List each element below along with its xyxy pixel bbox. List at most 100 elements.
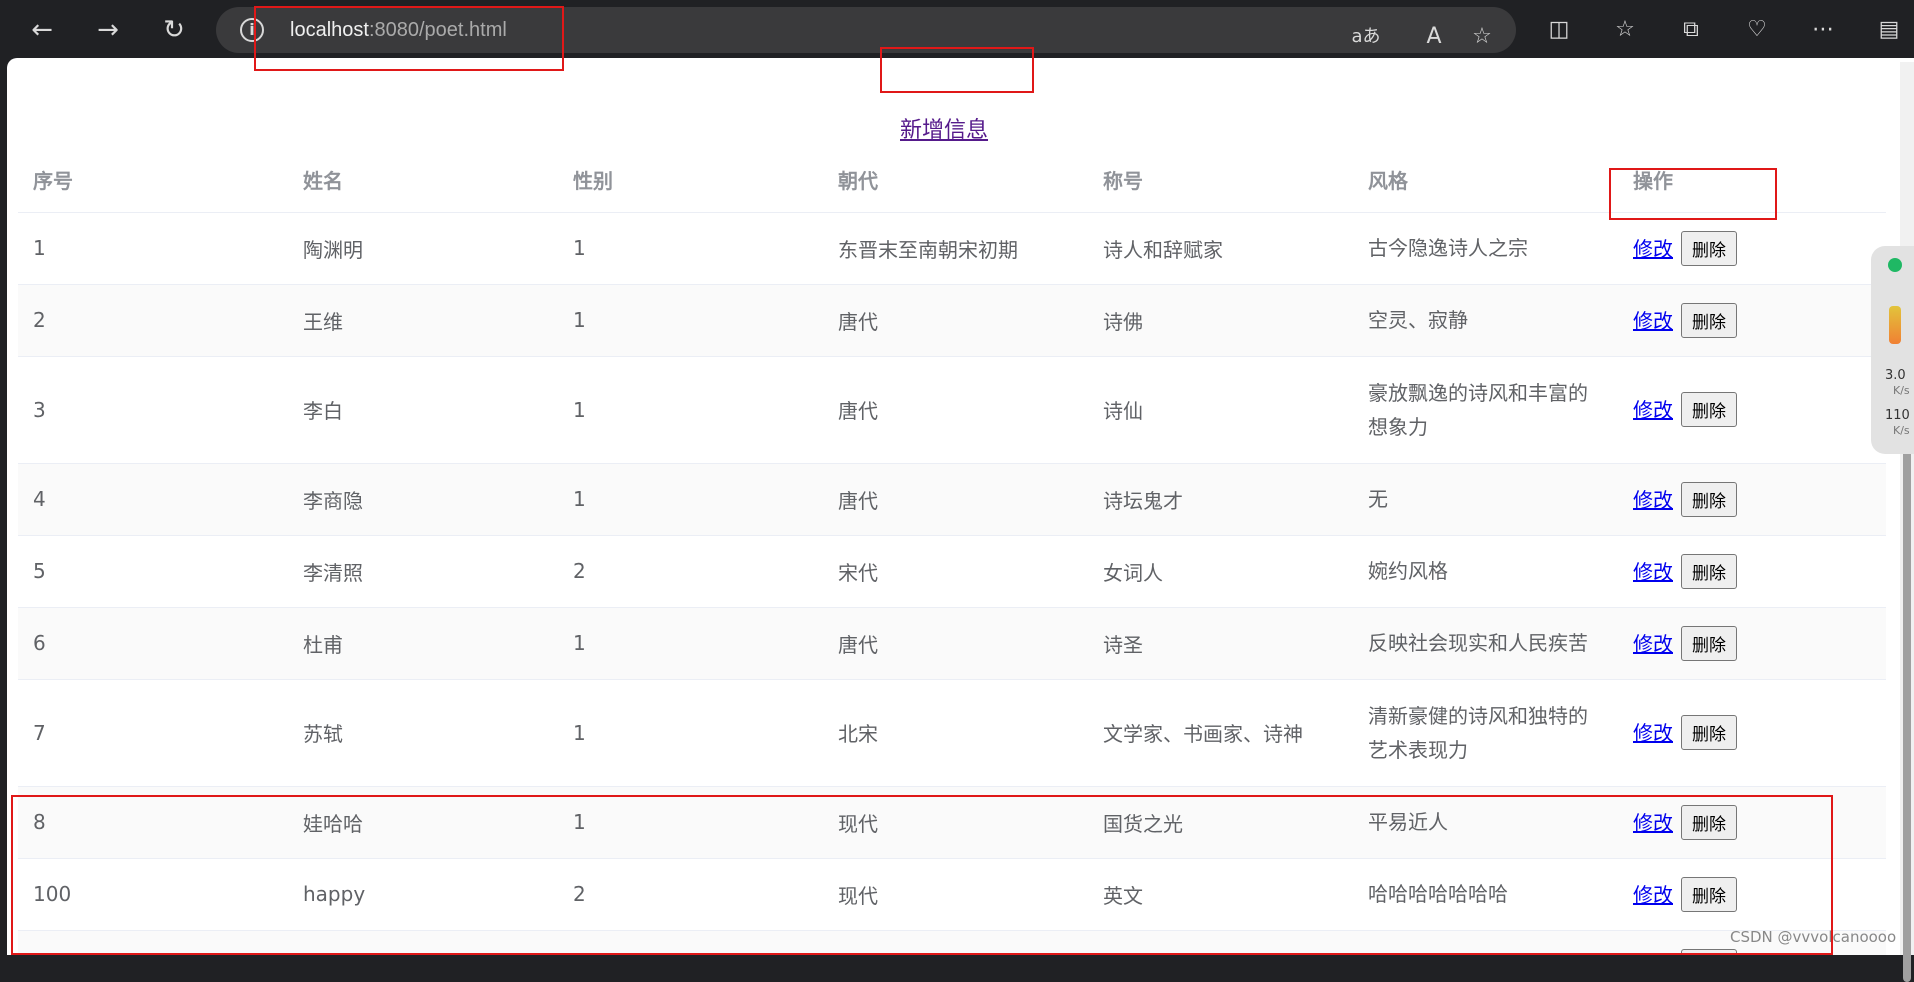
edit-link[interactable]: 修改 (1633, 398, 1673, 422)
cell-gender: 1 (558, 930, 823, 955)
cell-dynasty: 北宋 (823, 679, 1088, 787)
delete-button[interactable]: 删除 (1681, 481, 1737, 517)
cell-id: 1 (18, 212, 288, 285)
cell-id: 111 (18, 930, 288, 955)
cell-id: 4 (18, 463, 288, 536)
cell-gender: 1 (558, 463, 823, 536)
forward-arrow-icon[interactable]: → (88, 10, 128, 50)
sidebar-toggle-icon[interactable]: ▤ (1873, 14, 1905, 46)
table-row: 3 李白 1 唐代 诗仙 豪放飘逸的诗风和丰富的想象力 修改 删除 (18, 356, 1886, 464)
refresh-icon[interactable]: ↻ (154, 10, 194, 50)
cell-actions: 修改删除 (1618, 463, 1886, 536)
delete-button[interactable]: 删除 (1681, 625, 1737, 661)
collections-icon[interactable]: ⧉ (1675, 14, 1707, 46)
cell-dynasty: 东晋末至南朝宋初期 (823, 212, 1088, 285)
cell-title: 茅盾文学奖 (1088, 930, 1353, 955)
favorites-icon[interactable]: ☆ (1609, 14, 1641, 46)
cell-name: 苏轼 (288, 679, 558, 787)
cell-style: 哈哈哈哈哈哈哈 (1353, 858, 1618, 931)
table-row: 2 王维 1 唐代 诗佛 空灵、寂静 修改 删除 (18, 284, 1886, 357)
cell-title: 文学家、书画家、诗神 (1088, 679, 1353, 787)
translate-icon[interactable]: aあ (1350, 21, 1382, 53)
page-scrollbar[interactable] (1900, 62, 1914, 982)
edit-link[interactable]: 修改 (1633, 237, 1673, 261)
url-text[interactable]: localhost:8080/poet.html (290, 19, 507, 42)
cell-actions: 修改删除 (1618, 607, 1886, 680)
edit-link[interactable]: 修改 (1633, 883, 1673, 907)
usage-bar-icon (1889, 306, 1901, 344)
header-title: 称号 (1088, 147, 1353, 213)
cell-gender: 1 (558, 356, 823, 464)
browser-essentials-icon[interactable]: ♡ (1741, 14, 1773, 46)
cell-dynasty: 唐代 (823, 284, 1088, 357)
cell-name: 陶渊明 (288, 212, 558, 285)
delete-button[interactable]: 删除 (1681, 715, 1737, 750)
delete-button[interactable]: 删除 (1681, 876, 1737, 912)
cell-title: 诗坛鬼才 (1088, 463, 1353, 536)
split-screen-icon[interactable]: ◫ (1543, 14, 1575, 46)
edit-link[interactable]: 修改 (1633, 721, 1673, 745)
header-id: 序号 (18, 147, 288, 213)
cell-gender: 2 (558, 535, 823, 608)
cell-dynasty: 唐代 (823, 607, 1088, 680)
edit-link[interactable]: 修改 (1633, 309, 1673, 333)
table-row: 100 happy 2 现代 英文 哈哈哈哈哈哈哈 修改 删除 (18, 858, 1886, 931)
table-row: 7 苏轼 1 北宋 文学家、书画家、诗神 清新豪健的诗风和独特的艺术表现力 修改 删除 (18, 679, 1886, 787)
cell-title: 诗仙 (1088, 356, 1353, 464)
cell-style: 通俗易懂 (1353, 930, 1618, 955)
cell-actions: 修改删除 (1618, 356, 1886, 464)
delete-button[interactable]: 删除 (1681, 230, 1737, 266)
favorite-star-icon[interactable]: ☆ (1466, 21, 1498, 53)
network-speed-widget: 3.0 K/s 110 K/s (1871, 246, 1914, 454)
cell-id: 7 (18, 679, 288, 787)
cell-gender: 1 (558, 212, 823, 285)
cell-actions: 修改删除 (1618, 786, 1886, 859)
add-info-link[interactable]: 新增信息 (900, 112, 988, 144)
download-speed: 110 (1885, 408, 1910, 423)
cell-title: 诗佛 (1088, 284, 1353, 357)
delete-button[interactable]: 删除 (1681, 948, 1737, 955)
cell-id: 100 (18, 858, 288, 931)
edit-link[interactable]: 修改 (1633, 488, 1673, 512)
cell-actions: 修改删除 (1618, 284, 1886, 357)
cell-dynasty: 近现代 (823, 930, 1088, 955)
cell-name: 娃哈哈 (288, 786, 558, 859)
status-dot-icon (1888, 258, 1902, 272)
address-bar[interactable]: i localhost:8080/poet.html aあ A ☆ (216, 7, 1516, 53)
watermark: CSDN @vvvolcanoooo (1730, 928, 1897, 946)
cell-gender: 2 (558, 858, 823, 931)
upload-unit: K/s (1893, 384, 1910, 397)
upload-speed: 3.0 (1885, 368, 1906, 383)
header-name: 姓名 (288, 147, 558, 213)
cell-actions: 修改删除 (1618, 679, 1886, 787)
cell-name: 李白 (288, 356, 558, 464)
more-options-icon[interactable]: ⋯ (1807, 14, 1839, 46)
site-info-icon[interactable]: i (240, 18, 264, 42)
edit-link[interactable]: 修改 (1633, 811, 1673, 835)
download-unit: K/s (1893, 424, 1910, 437)
cell-style: 豪放飘逸的诗风和丰富的想象力 (1353, 356, 1618, 464)
edit-link[interactable]: 修改 (1633, 560, 1673, 584)
cell-id: 5 (18, 535, 288, 608)
delete-button[interactable]: 删除 (1681, 392, 1737, 427)
delete-button[interactable]: 删除 (1681, 302, 1737, 338)
cell-id: 8 (18, 786, 288, 859)
url-host: localhost (290, 19, 369, 41)
delete-button[interactable]: 删除 (1681, 553, 1737, 589)
cell-gender: 1 (558, 679, 823, 787)
cell-title: 诗圣 (1088, 607, 1353, 680)
cell-dynasty: 唐代 (823, 463, 1088, 536)
back-arrow-icon[interactable]: ← (22, 10, 62, 50)
cell-actions: 修改删除 (1618, 535, 1886, 608)
cell-name: 茅盾 (288, 930, 558, 955)
table-row: 8 娃哈哈 1 现代 国货之光 平易近人 修改 删除 (18, 786, 1886, 859)
cell-style: 清新豪健的诗风和独特的艺术表现力 (1353, 679, 1618, 787)
cell-style: 古今隐逸诗人之宗 (1353, 212, 1618, 285)
cell-title: 诗人和辞赋家 (1088, 212, 1353, 285)
delete-button[interactable]: 删除 (1681, 804, 1737, 840)
read-aloud-icon[interactable]: A (1418, 21, 1450, 53)
table-row: 111茅盾1近现代茅盾文学奖通俗易懂修改删除 (18, 930, 1886, 955)
cell-dynasty: 宋代 (823, 535, 1088, 608)
edit-link[interactable]: 修改 (1633, 632, 1673, 656)
cell-dynasty: 现代 (823, 786, 1088, 859)
